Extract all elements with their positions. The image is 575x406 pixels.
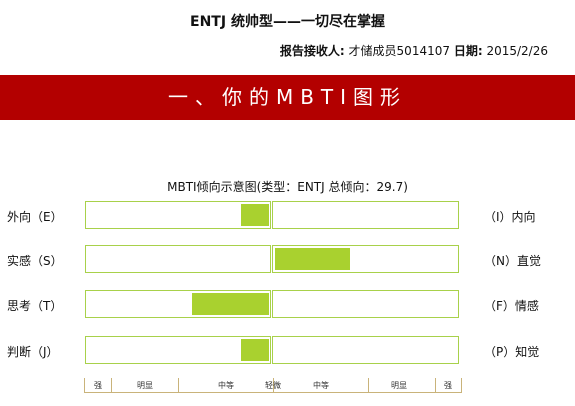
mbti-row: 思考（T） （F）情感	[0, 290, 575, 318]
date-label: 日期:	[453, 44, 483, 58]
bar-box-right	[272, 245, 459, 273]
mbti-row: 判断（J） （P）知觉	[0, 336, 575, 364]
dimension-right-label: （F）情感	[484, 299, 539, 313]
date-value: 2015/2/26	[486, 44, 548, 58]
preference-bar	[241, 339, 269, 361]
bar-box-left	[85, 245, 271, 273]
preference-bar	[275, 248, 350, 270]
report-meta: 报告接收人: 才储成员5014107 日期: 2015/2/26	[280, 42, 548, 59]
mbti-row: 实感（S） （N）直觉	[0, 245, 575, 273]
dimension-left-label: 思考（T）	[7, 299, 63, 313]
recipient-value: 才储成员5014107	[348, 44, 450, 58]
dimension-left-label: 判断（J）	[7, 345, 59, 359]
scale-label: 强	[444, 381, 452, 390]
preference-bar	[241, 204, 269, 226]
section-banner: 一、你的MBTI图形	[0, 75, 575, 120]
dimension-right-label: （N）直觉	[484, 254, 541, 268]
scale-tick	[111, 378, 112, 392]
mbti-row: 外向（E） （I）内向	[0, 201, 575, 229]
bar-box-left	[85, 201, 271, 229]
recipient-label: 报告接收人:	[279, 44, 345, 58]
chart-title: MBTI倾向示意图(类型：ENTJ 总倾向：29.7)	[167, 180, 408, 194]
scale-label: 明显	[137, 381, 153, 390]
bar-box-right	[272, 290, 459, 318]
scale-label: 中等	[313, 381, 329, 390]
preference-bar	[192, 293, 269, 315]
bar-box-right	[272, 336, 459, 364]
dimension-left-label: 实感（S）	[7, 254, 63, 268]
scale-tick	[178, 378, 179, 392]
strength-scale: 强 明显 中等 轻微 中等 明显 强	[84, 378, 462, 394]
section-heading: 一、你的MBTI图形	[167, 85, 408, 109]
scale-tick	[435, 378, 436, 392]
dimension-right-label: （I）内向	[484, 210, 536, 224]
dimension-left-label: 外向（E）	[7, 210, 63, 224]
scale-baseline	[84, 392, 462, 393]
scale-tick	[368, 378, 369, 392]
scale-label: 明显	[391, 381, 407, 390]
bar-box-right	[272, 201, 459, 229]
scale-label: 中等	[218, 381, 234, 390]
dimension-right-label: （P）知觉	[484, 345, 540, 359]
report-title: ENTJ 统帅型——一切尽在掌握	[190, 14, 385, 30]
scale-label: 轻微	[265, 381, 281, 390]
scale-tick	[84, 378, 85, 392]
scale-tick	[461, 378, 462, 392]
scale-label: 强	[94, 381, 102, 390]
bar-box-left	[85, 290, 271, 318]
bar-box-left	[85, 336, 271, 364]
